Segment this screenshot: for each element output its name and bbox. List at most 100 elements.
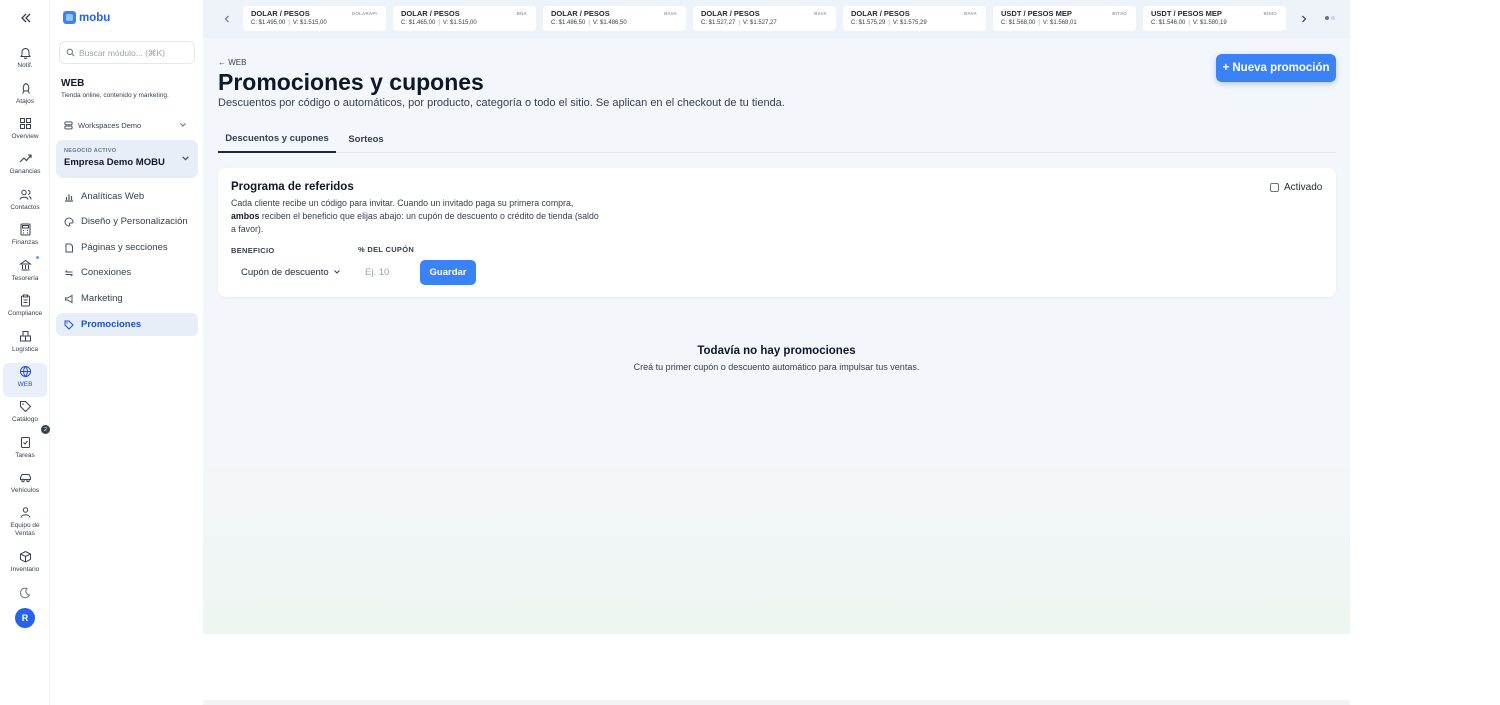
rate-card[interactable]: DOLAR / PESOS BAVA C: $1.575,29 | V: $1.575,… xyxy=(843,6,986,31)
rail-item-vehículos[interactable]: Vehículos xyxy=(3,469,47,503)
team-icon xyxy=(20,507,30,518)
benefit-value: Cupón de descuento xyxy=(241,266,329,278)
ticker-pagination[interactable] xyxy=(1325,16,1335,20)
active-business-selector[interactable]: NEGOCIO ACTIVO Empresa Demo MOBU xyxy=(56,140,198,178)
benefit-select[interactable]: Cupón de descuento xyxy=(231,260,349,284)
grid-icon xyxy=(19,118,31,129)
referral-description: Cada cliente recibe un código para invit… xyxy=(231,197,601,236)
avatar[interactable]: R xyxy=(15,608,35,628)
rate-source: BAVA xyxy=(664,11,677,16)
workspace-selector[interactable]: Workspaces Demo xyxy=(59,117,195,134)
rail-item-label: Overview xyxy=(11,133,39,140)
rail-item-notif[interactable]: Notif. xyxy=(3,44,47,78)
sidebar-item-promociones[interactable]: Promociones xyxy=(56,313,198,336)
separator: | xyxy=(588,20,590,26)
rate-source: BINIO xyxy=(1263,11,1277,16)
sidebar-item-paginas[interactable]: Páginas y secciones xyxy=(56,236,198,259)
active-business-name: Empresa Demo MOBU xyxy=(64,157,165,168)
rate-buy: C: $1.568,00 xyxy=(1001,20,1036,26)
logo-mark-icon xyxy=(63,11,76,24)
separator: | xyxy=(738,20,740,26)
chevron-right-icon[interactable] xyxy=(1298,13,1310,25)
rail-item-web[interactable]: WEB xyxy=(3,363,47,397)
rate-values: C: $1.568,00 | V: $1.568,01 xyxy=(1001,20,1136,26)
moon-icon[interactable] xyxy=(19,587,31,599)
rate-card[interactable]: USDT / PESOS MEP BINIO C: $1.546,00 | V: $1.… xyxy=(1143,6,1286,31)
rail-item-finanzas[interactable]: Finanzas xyxy=(3,221,47,255)
page-dot[interactable] xyxy=(1325,16,1329,20)
rail-item-label: Equipo de Ventas xyxy=(10,522,40,537)
rail-item-logística[interactable]: Logística xyxy=(3,328,47,362)
rail-item-tesorería[interactable]: Tesorería xyxy=(3,257,47,291)
sidebar: mobu WEB Tienda online, contenido y mark… xyxy=(51,0,203,705)
rail-item-label: Inventario xyxy=(10,566,40,573)
rate-sell: V: $1.515,00 xyxy=(292,20,327,26)
rail-item-tareas[interactable]: Tareas xyxy=(3,434,47,468)
workspace-label: Workspaces Demo xyxy=(78,121,142,130)
rate-values: C: $1.575,29 | V: $1.575,29 xyxy=(851,20,986,26)
tasks-count-badge: 2 xyxy=(41,425,50,434)
page-dot[interactable] xyxy=(1331,16,1335,20)
rate-card[interactable]: DOLAR / PESOS BNA C: $1.465,00 | V: $1.515,0… xyxy=(393,6,536,31)
referral-desc-text: Cada cliente recibe un código para invit… xyxy=(231,198,574,208)
page-title: Promociones y cupones xyxy=(218,69,484,95)
separator: | xyxy=(438,20,440,26)
rate-sell: V: $1.580,19 xyxy=(1192,20,1227,26)
separator: | xyxy=(1038,20,1040,26)
rail-item-label: Vehículos xyxy=(10,487,40,494)
chevron-updown-icon xyxy=(182,156,189,161)
sidebar-item-label: Marketing xyxy=(81,293,123,304)
cube-icon xyxy=(19,550,31,563)
active-business-label: NEGOCIO ACTIVO xyxy=(64,148,117,154)
tab-sorteos[interactable]: Sorteos xyxy=(338,125,394,153)
new-promotion-button[interactable]: + Nueva promoción xyxy=(1216,54,1336,82)
rate-values: C: $1.546,00 | V: $1.580,19 xyxy=(1151,20,1286,26)
rate-source: BAVA xyxy=(814,11,827,16)
tag-icon xyxy=(19,401,31,413)
palette-icon xyxy=(64,216,74,227)
rail-item-ganancias[interactable]: Ganancias xyxy=(3,150,47,184)
rail-item-overview[interactable]: Overview xyxy=(3,115,47,149)
rail-item-label: Notif. xyxy=(17,62,33,69)
rail-item-compliance[interactable]: Compliance xyxy=(3,292,47,326)
rate-source: BITSO xyxy=(1112,11,1127,16)
rate-card[interactable]: DOLAR / PESOS BAVA C: $1.527,27 | V: $1.527,… xyxy=(693,6,836,31)
rate-buy: C: $1.486,50 xyxy=(551,20,586,26)
rate-card[interactable]: DOLAR / PESOS DOLARAPI C: $1.495,00 | V: $1.… xyxy=(243,6,386,31)
rate-sell: V: $1.515,00 xyxy=(442,20,477,26)
search-input[interactable] xyxy=(79,47,194,58)
rate-values: C: $1.527,27 | V: $1.527,27 xyxy=(701,20,836,26)
sidebar-item-label: Conexiones xyxy=(81,267,132,278)
sidebar-item-analiticas-web[interactable]: Analíticas Web xyxy=(56,185,198,208)
sidebar-item-conexiones[interactable]: Conexiones xyxy=(56,261,198,284)
rate-card[interactable]: DOLAR / PESOS BAVA C: $1.486,50 | V: $1.486,… xyxy=(543,6,686,31)
rail-item-label: Catálogo xyxy=(11,416,39,423)
enabled-toggle[interactable]: Activado xyxy=(1270,182,1322,193)
rail-item-inventario[interactable]: Inventario xyxy=(3,548,47,582)
users-icon xyxy=(19,189,31,200)
rail-item-equipo-de-ventas[interactable]: Equipo de Ventas xyxy=(3,504,47,538)
sidebar-item-marketing[interactable]: Marketing xyxy=(56,287,198,310)
rate-values: C: $1.486,50 | V: $1.486,50 xyxy=(551,20,686,26)
sidebar-item-label: Páginas y secciones xyxy=(81,242,168,253)
logo[interactable]: mobu xyxy=(63,11,110,24)
enabled-checkbox[interactable] xyxy=(1270,183,1279,192)
tab-bar: Descuentos y cupones Sorteos xyxy=(218,125,1336,153)
chevron-left-icon[interactable] xyxy=(221,13,233,25)
sidebar-item-diseno[interactable]: Diseño y Personalización xyxy=(56,210,198,233)
referral-desc-text-2: reciben el beneficio que elijas abajo: u… xyxy=(231,211,599,234)
icon-rail: Notif. Atajos Overview Ganancias Contactos Fi… xyxy=(0,0,50,705)
back-link[interactable]: ← WEB xyxy=(218,58,246,67)
rail-item-contactos[interactable]: Contactos xyxy=(3,186,47,220)
task-icon xyxy=(20,437,30,448)
collapse-icon[interactable] xyxy=(17,10,33,26)
module-search[interactable] xyxy=(59,41,195,64)
referral-title: Programa de referidos xyxy=(231,181,354,193)
coupon-percent-input[interactable] xyxy=(359,260,411,284)
tab-descuentos[interactable]: Descuentos y cupones xyxy=(218,125,336,153)
separator: | xyxy=(1188,20,1190,26)
rail-item-atajos[interactable]: Atajos xyxy=(3,80,47,114)
save-button[interactable]: Guardar xyxy=(420,260,476,285)
rate-card[interactable]: USDT / PESOS MEP BITSO C: $1.568,00 | V: $1.… xyxy=(993,6,1136,31)
rate-values: C: $1.495,00 | V: $1.515,00 xyxy=(251,20,386,26)
